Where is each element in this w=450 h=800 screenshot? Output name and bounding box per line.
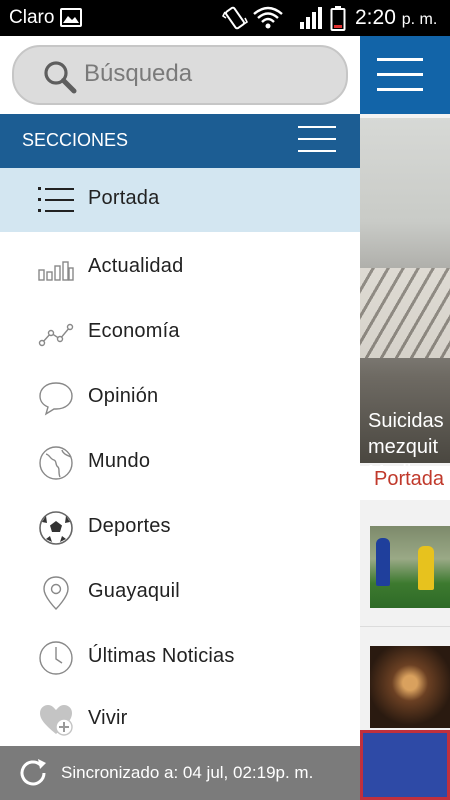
menu-item-label: Últimas Noticias — [88, 645, 235, 667]
line-chart-icon — [38, 315, 74, 351]
sync-status-text: Sincronizado a: 04 jul, 02:19p. m. — [61, 763, 314, 782]
section-tag: Portada — [360, 466, 450, 500]
news-thumbnail-fire[interactable] — [370, 646, 450, 728]
hero-building-roof — [360, 268, 450, 358]
menu-item-mundo[interactable]: Mundo — [0, 431, 360, 495]
divider — [36, 234, 326, 236]
gallery-icon — [60, 8, 82, 27]
menu-item-label: Economía — [88, 320, 180, 342]
carrier-name: Claro — [9, 7, 55, 28]
vibrate-icon — [221, 6, 249, 34]
player-figure — [418, 546, 434, 590]
menu-item-label: Vivir — [88, 707, 128, 729]
search-icon[interactable] — [42, 59, 78, 95]
location-pin-icon — [38, 575, 74, 611]
sync-bar[interactable]: Sincronizado a: 04 jul, 02:19p. m. — [0, 746, 360, 800]
status-bar: Claro 2:20 p. m. — [0, 0, 450, 36]
navigation-drawer: SECCIONES Portada Actualidad Economía Op… — [0, 36, 360, 800]
menu-item-guayaquil[interactable]: Guayaquil — [0, 561, 360, 625]
clock-ampm: p. m. — [401, 11, 438, 28]
divider — [360, 626, 450, 627]
soccer-ball-icon — [38, 510, 74, 546]
sections-title: SECCIONES — [22, 130, 129, 150]
menu-item-label: Actualidad — [88, 255, 184, 277]
battery-icon — [330, 6, 346, 36]
sections-menu-icon[interactable] — [298, 126, 336, 156]
menu-item-ultimas-noticias[interactable]: Últimas Noticias — [0, 626, 360, 690]
speech-bubble-icon — [38, 380, 74, 416]
menu-item-opinion[interactable]: Opinión — [0, 366, 360, 430]
clock-time: 2:20 — [355, 6, 396, 29]
clock: 2:20 p. m. — [355, 6, 437, 30]
hero-title-line-2: mezquit — [368, 436, 439, 458]
wifi-icon — [252, 6, 284, 34]
clock-icon — [38, 640, 74, 676]
signal-icon — [298, 6, 324, 34]
bar-chart-icon — [38, 250, 74, 286]
background-app-content: Suicidas mezquit Medina Portada — [360, 36, 450, 800]
background-app-header — [360, 36, 450, 114]
news-thumbnail-soccer[interactable] — [370, 526, 450, 608]
heart-plus-icon — [38, 702, 74, 738]
globe-icon — [38, 445, 74, 481]
menu-item-economia[interactable]: Economía — [0, 301, 360, 365]
hero-title-line-1: Suicidas — [368, 410, 444, 432]
list-icon — [38, 182, 74, 218]
hamburger-menu-icon[interactable] — [377, 58, 423, 92]
search-input[interactable] — [84, 60, 324, 88]
sections-header: SECCIONES — [0, 114, 360, 168]
menu-item-label: Guayaquil — [88, 580, 180, 602]
menu-item-label: Opinión — [88, 385, 159, 407]
menu-item-label: Mundo — [88, 450, 151, 472]
menu-item-label: Portada — [88, 187, 160, 209]
menu-item-vivir[interactable]: Vivir — [0, 688, 360, 752]
search-box[interactable] — [12, 45, 348, 105]
hero-image[interactable]: Suicidas mezquit Medina — [360, 118, 450, 484]
menu-item-label: Deportes — [88, 515, 171, 537]
refresh-icon[interactable] — [16, 756, 50, 790]
ad-banner[interactable] — [360, 730, 450, 800]
menu-item-portada[interactable]: Portada — [0, 168, 360, 232]
search-area — [0, 36, 360, 114]
menu-item-deportes[interactable]: Deportes — [0, 496, 360, 560]
player-figure — [376, 538, 390, 586]
menu-item-actualidad[interactable]: Actualidad — [0, 236, 360, 300]
